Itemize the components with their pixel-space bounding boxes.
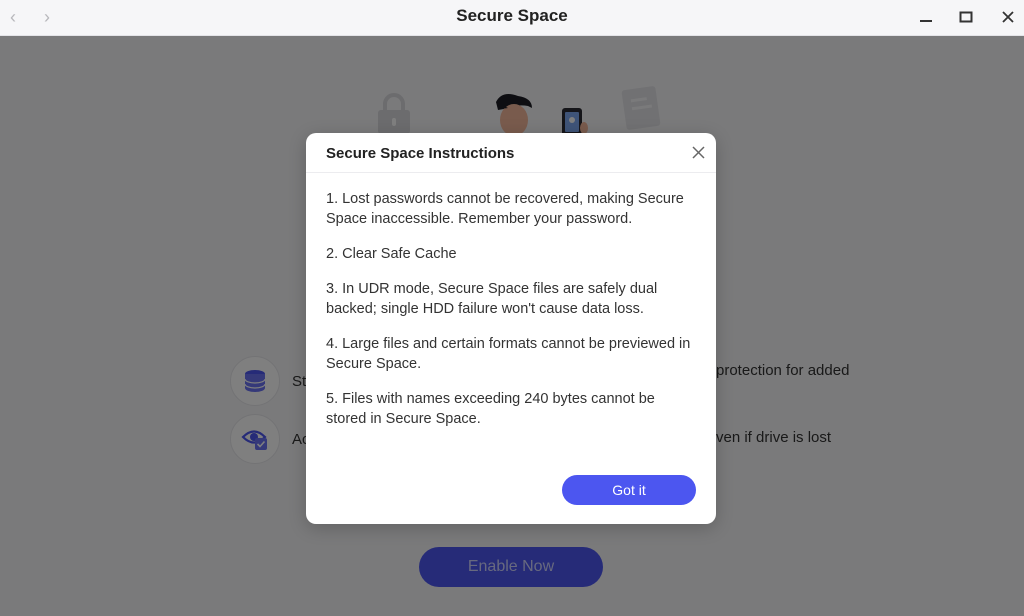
window-title: Secure Space [456,6,568,25]
close-icon[interactable] [690,144,706,160]
got-it-button[interactable]: Got it [562,475,696,505]
dialog-header: Secure Space Instructions [306,133,716,173]
maximize-icon[interactable] [954,6,978,28]
instructions-dialog: Secure Space Instructions 1. Lost passwo… [306,133,716,524]
instruction-item: 1. Lost passwords cannot be recovered, m… [326,191,684,227]
dialog-title: Secure Space Instructions [326,145,515,162]
minimize-icon[interactable] [914,6,938,28]
close-window-icon[interactable] [996,6,1020,28]
instruction-item: 5. Files with names exceeding 240 bytes … [326,391,655,427]
dialog-body: 1. Lost passwords cannot be recovered, m… [326,189,696,444]
instruction-item: 3. In UDR mode, Secure Space files are s… [326,281,658,317]
title-bar: ‹ › Secure Space [0,0,1024,36]
instruction-item: 4. Large files and certain formats canno… [326,336,691,372]
instruction-item: 2. Clear Safe Cache [326,246,457,262]
